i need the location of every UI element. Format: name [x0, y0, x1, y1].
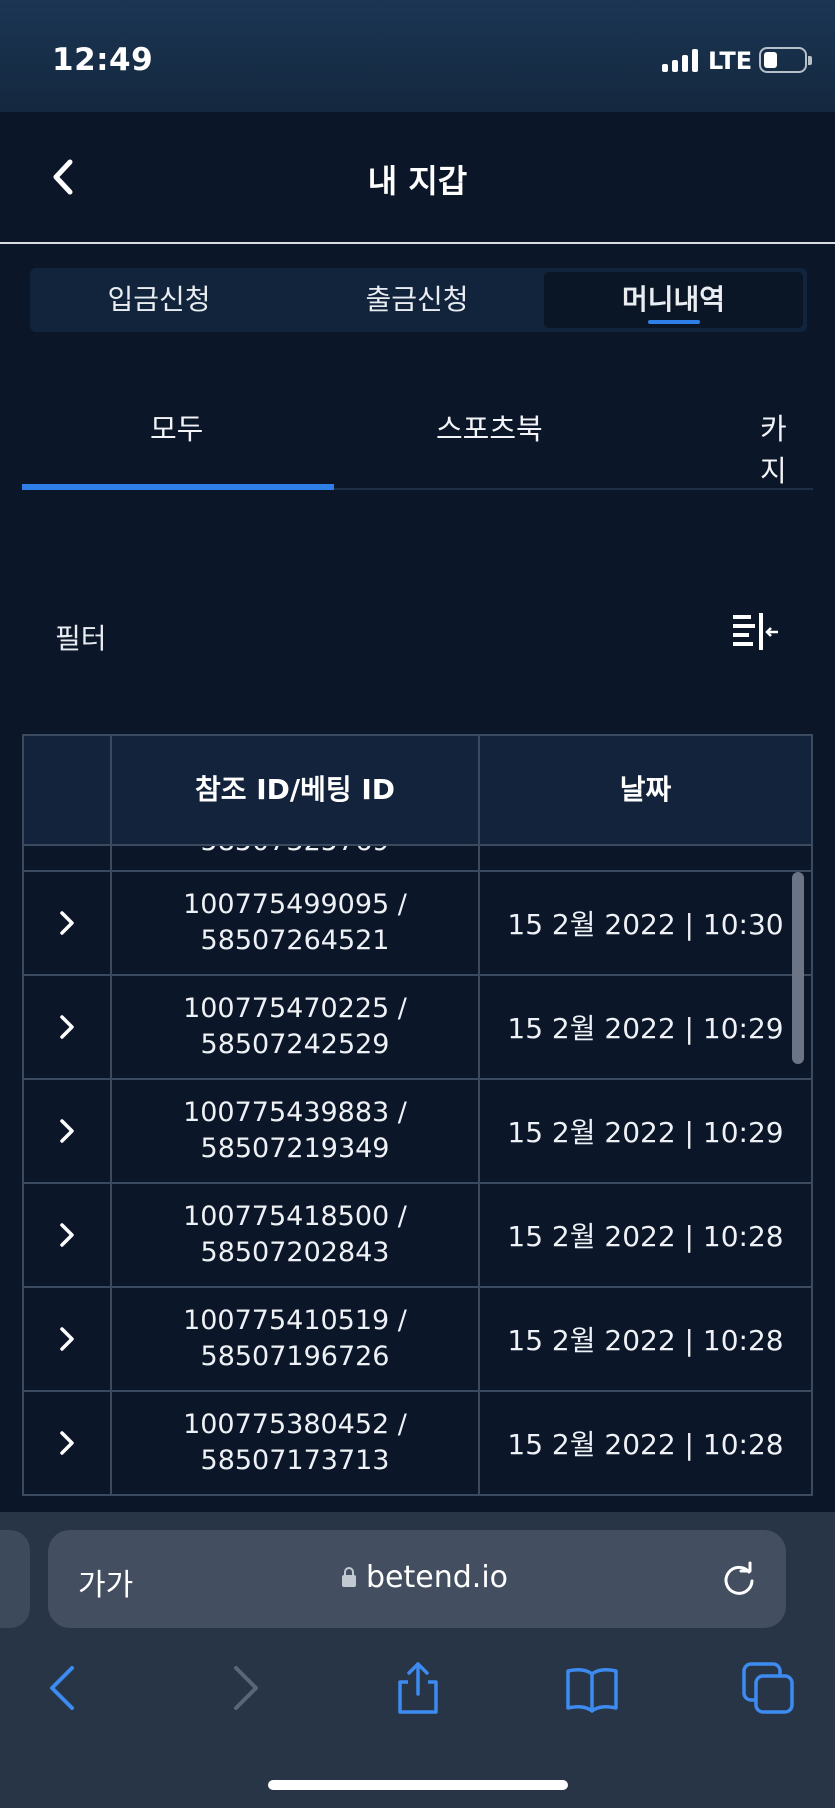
app-header: 내 지갑: [0, 112, 835, 244]
chevron-right-icon: [60, 1431, 74, 1455]
bet-id: 58507264521: [200, 925, 390, 956]
ref-id-cell: 100775418500 / 58507202843: [112, 1184, 480, 1286]
bet-id: 58507196726: [200, 1341, 390, 1372]
address-bar[interactable]: 가가 betend.io: [48, 1530, 786, 1628]
ref-id: 100775470225 /: [183, 993, 407, 1024]
transaction-table: 참조 ID/베팅 ID 날짜 58507325769 100775499095 …: [22, 734, 813, 1512]
ref-id: 100775499095 /: [183, 889, 407, 920]
battery-icon: [759, 47, 812, 73]
ref-id-cell: 100775410519 / 58507196726: [112, 1288, 480, 1390]
lock-icon: [342, 1567, 356, 1587]
segment-label: 머니내역: [621, 283, 726, 316]
expand-row-button[interactable]: [24, 1288, 112, 1390]
chevron-right-icon: [60, 1327, 74, 1351]
url-text: betend.io: [366, 1560, 509, 1595]
filter-label: 필터: [55, 622, 107, 655]
date-cell: 15 2월 2022 | 10:29: [507, 1012, 784, 1045]
date-cell: 15 2월 2022 | 10:28: [507, 1220, 784, 1253]
segment-label: 출금신청: [365, 283, 469, 316]
active-tab-indicator: [22, 484, 334, 490]
expand-row-button[interactable]: [24, 1184, 112, 1286]
wallet-segmented-control: 입금신청 출금신청 머니내역: [30, 268, 807, 332]
home-indicator: [268, 1780, 568, 1790]
table-row[interactable]: 100775499095 / 58507264521 15 2월 2022 | …: [22, 872, 813, 976]
ref-id: 100775410519 /: [183, 1305, 407, 1336]
chevron-right-icon: [60, 1223, 74, 1247]
network-type: LTE: [708, 47, 753, 75]
table-row[interactable]: 100775470225 / 58507242529 15 2월 2022 | …: [22, 976, 813, 1080]
tab-all[interactable]: 모두: [150, 406, 203, 448]
table-row[interactable]: 100775418500 / 58507202843 15 2월 2022 | …: [22, 1184, 813, 1288]
chevron-right-icon: [60, 1119, 74, 1143]
date-cell: 15 2월 2022 | 10:28: [507, 1428, 784, 1461]
date-cell: 15 2월 2022 | 10:30: [507, 908, 784, 941]
segment-deposit[interactable]: 입금신청: [30, 268, 288, 332]
text-size-button[interactable]: 가가: [78, 1560, 133, 1604]
ref-id-cell: 100775380452 / 58507173713: [112, 1392, 480, 1494]
ref-id: 100775380452 /: [183, 1409, 407, 1440]
tab-casino[interactable]: 카지: [760, 406, 813, 490]
tab-sportsbook[interactable]: 스포츠북: [436, 406, 543, 448]
bookmarks-icon[interactable]: [564, 1660, 620, 1716]
expand-row-button[interactable]: [24, 976, 112, 1078]
ref-id-cell: 100775439883 / 58507219349: [112, 1080, 480, 1182]
table-row[interactable]: 100775380452 / 58507173713 15 2월 2022 | …: [22, 1392, 813, 1496]
browser-back-icon[interactable]: [36, 1660, 92, 1716]
chevron-right-icon: [60, 1015, 74, 1039]
segment-withdraw[interactable]: 출금신청: [288, 268, 546, 332]
status-bar: 12:49 LTE: [0, 0, 835, 112]
expand-row-button[interactable]: [24, 1392, 112, 1494]
column-header-date: 날짜: [619, 773, 672, 806]
ref-id: 100775418500 /: [183, 1201, 407, 1232]
expand-row-button[interactable]: [24, 872, 112, 974]
date-cell: 15 2월 2022 | 10:28: [507, 1324, 784, 1357]
ref-id-cell: 100775470225 / 58507242529: [112, 976, 480, 1078]
ref-id-cell: 100775499095 / 58507264521: [112, 872, 480, 974]
page-title: 내 지갑: [367, 162, 468, 200]
reload-icon[interactable]: [720, 1560, 758, 1598]
browser-forward-icon[interactable]: [216, 1660, 272, 1716]
bet-id: 58507202843: [200, 1237, 390, 1268]
expand-row-button[interactable]: [24, 1080, 112, 1182]
date-cell: 15 2월 2022 | 10:29: [507, 1116, 784, 1149]
chevron-right-icon: [60, 911, 74, 935]
segment-label: 입금신청: [107, 283, 211, 316]
segment-money-history[interactable]: 머니내역: [544, 272, 803, 328]
bet-id: 58507242529: [200, 1029, 390, 1060]
bet-id: 58507173713: [200, 1445, 390, 1476]
tabs-icon[interactable]: [740, 1660, 796, 1716]
table-scrollbar[interactable]: [792, 872, 804, 1064]
table-row[interactable]: 100775410519 / 58507196726 15 2월 2022 | …: [22, 1288, 813, 1392]
signal-icon: [662, 48, 698, 72]
bet-id: 58507219349: [200, 1133, 390, 1164]
table-row[interactable]: 100775439883 / 58507219349 15 2월 2022 | …: [22, 1080, 813, 1184]
table-body: 58507325769 100775499095 / 58507264521 1…: [22, 782, 813, 1496]
table-header: 참조 ID/베팅 ID 날짜: [22, 734, 813, 846]
column-header-expand: [24, 736, 112, 844]
status-time: 12:49: [52, 42, 154, 78]
previous-tab-card[interactable]: [0, 1530, 30, 1628]
active-segment-indicator: [647, 320, 700, 324]
browser-toolbar: 가가 betend.io: [0, 1512, 835, 1808]
ref-id: 100775439883 /: [183, 1097, 407, 1128]
filter-collapse-icon[interactable]: [730, 612, 780, 654]
category-tabs: 모두 스포츠북 카지: [22, 390, 813, 490]
column-header-ref-id: 참조 ID/베팅 ID: [112, 736, 480, 844]
share-icon[interactable]: [390, 1660, 446, 1716]
